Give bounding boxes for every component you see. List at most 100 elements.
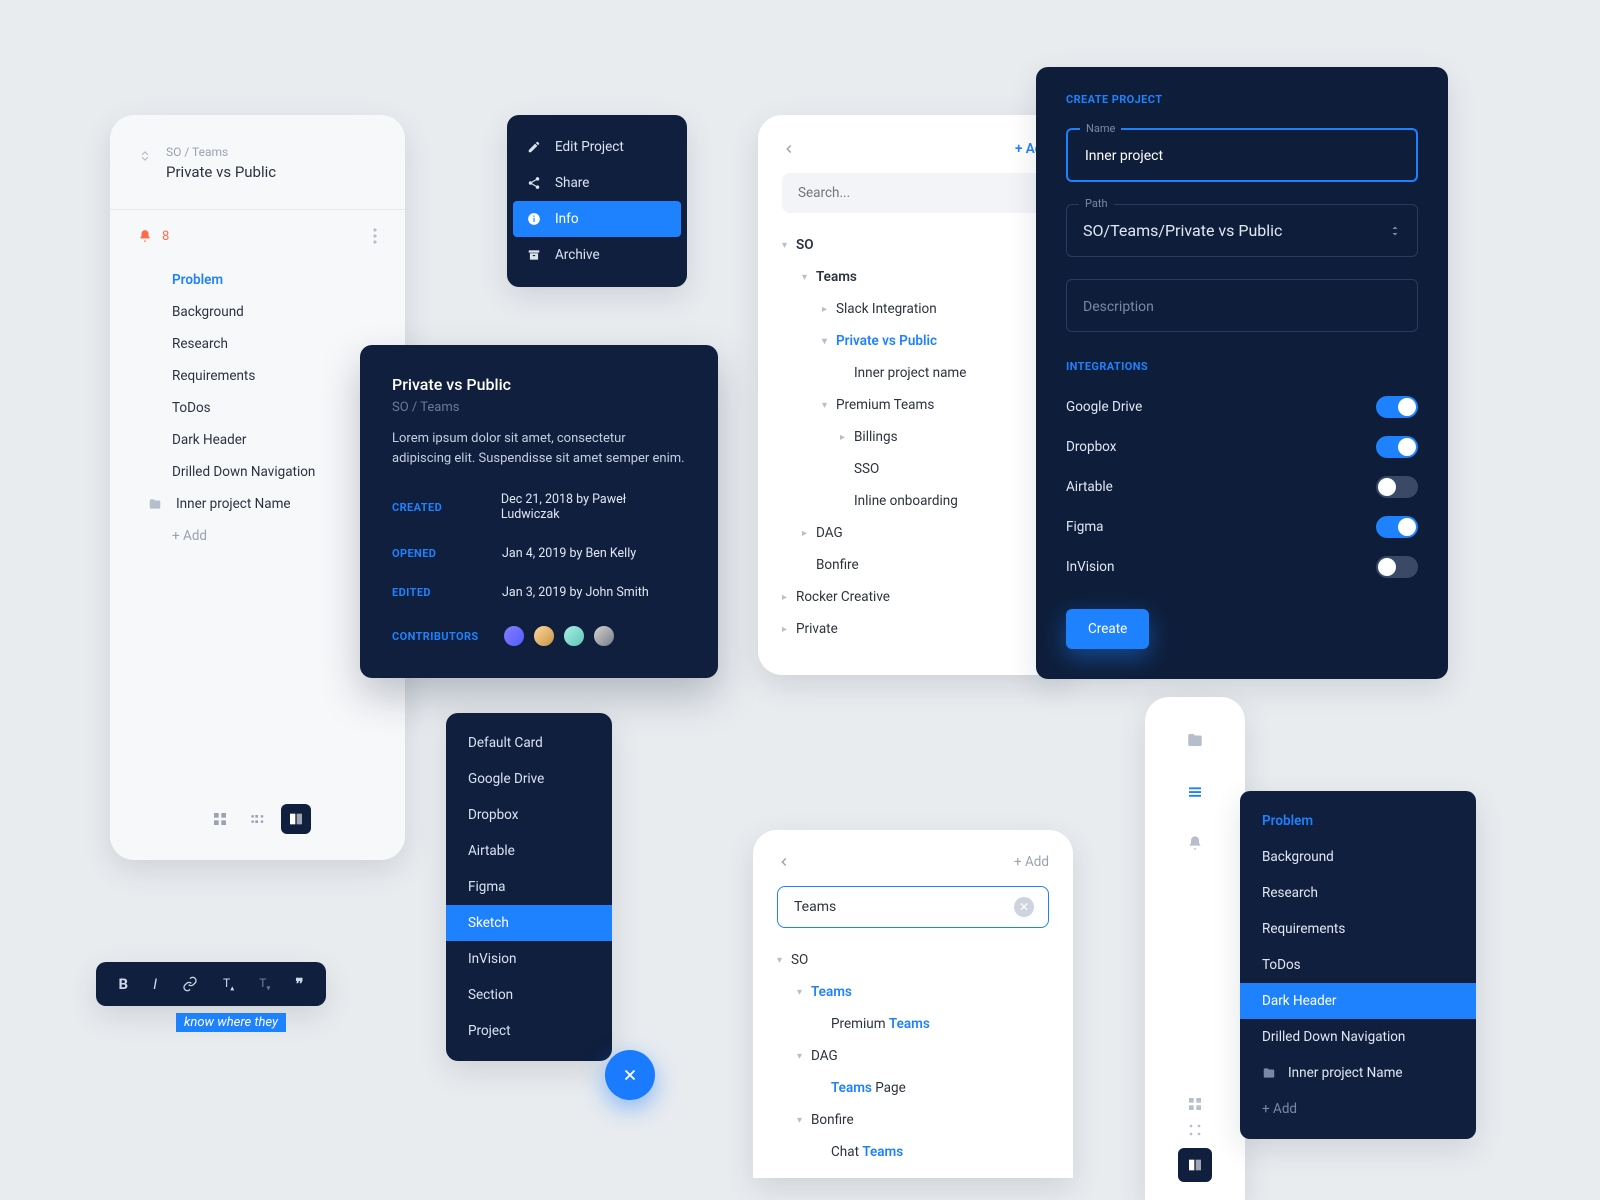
type-option[interactable]: Section	[446, 977, 612, 1013]
view-grid-icon[interactable]	[1187, 1096, 1203, 1112]
view-dots-icon[interactable]	[243, 804, 273, 834]
menu-edit[interactable]: Edit Project	[507, 129, 687, 165]
popup-item[interactable]: Background	[1240, 839, 1476, 875]
tree-item[interactable]: SSO	[782, 453, 1050, 485]
name-input[interactable]	[1083, 147, 1401, 165]
tree-item[interactable]: ▸Private	[782, 613, 1050, 645]
popup-item[interactable]: Problem	[1240, 803, 1476, 839]
popup-folder[interactable]: Inner project Name	[1240, 1055, 1476, 1091]
integration-name: Google Drive	[1066, 399, 1142, 415]
more-icon[interactable]	[373, 228, 377, 244]
create-project-panel: CREATE PROJECT Name Path SO/Teams/Privat…	[1036, 67, 1448, 679]
tree-item[interactable]: Bonfire	[782, 549, 1050, 581]
tree-item[interactable]: Teams Page	[777, 1072, 1049, 1104]
link-icon[interactable]	[182, 976, 198, 992]
info-title: Private vs Public	[392, 375, 686, 394]
text-size-down-icon[interactable]: T▾	[259, 976, 270, 992]
sidebar-item[interactable]: Background	[110, 296, 405, 328]
tree-item[interactable]: ▾Teams	[777, 976, 1049, 1008]
view-columns-icon[interactable]	[281, 804, 311, 834]
toggle[interactable]	[1376, 516, 1418, 538]
integration-row: InVision	[1066, 547, 1418, 587]
popup-item[interactable]: ToDos	[1240, 947, 1476, 983]
sort-icon[interactable]	[138, 149, 152, 163]
bold-icon[interactable]: B	[119, 975, 129, 993]
tree-item[interactable]: Chat Teams	[777, 1136, 1049, 1168]
avatar-list	[502, 624, 616, 648]
menu-share-label: Share	[555, 175, 589, 191]
folder-icon[interactable]	[1186, 731, 1204, 749]
menu-info[interactable]: Info	[513, 201, 681, 237]
search-input[interactable]	[782, 173, 1050, 213]
tree-item[interactable]: ▾Bonfire	[777, 1104, 1049, 1136]
popup-item[interactable]: Dark Header	[1240, 983, 1476, 1019]
toggle[interactable]	[1376, 396, 1418, 418]
type-option[interactable]: Dropbox	[446, 797, 612, 833]
type-option[interactable]: Default Card	[446, 725, 612, 761]
desc-field[interactable]: Description	[1066, 279, 1418, 332]
clear-icon[interactable]: ✕	[1014, 897, 1034, 917]
menu-edit-label: Edit Project	[555, 139, 624, 155]
tree-item[interactable]: ▾Premium Teams	[782, 389, 1050, 421]
tree-item[interactable]: Inline onboarding	[782, 485, 1050, 517]
menu-share[interactable]: Share	[507, 165, 687, 201]
popup-item[interactable]: Research	[1240, 875, 1476, 911]
popup-item[interactable]: Requirements	[1240, 911, 1476, 947]
tree-item[interactable]: ▾DAG	[777, 1040, 1049, 1072]
type-option[interactable]: InVision	[446, 941, 612, 977]
type-option[interactable]: Google Drive	[446, 761, 612, 797]
type-option[interactable]: Project	[446, 1013, 612, 1049]
integration-row: Google Drive	[1066, 387, 1418, 427]
tree-item[interactable]: ▾SO	[777, 944, 1049, 976]
toggle[interactable]	[1376, 556, 1418, 578]
tree-item[interactable]: ▸Rocker Creative	[782, 581, 1050, 613]
avatar[interactable]	[592, 624, 616, 648]
italic-icon[interactable]: I	[153, 975, 157, 993]
tree2-add-button[interactable]: + Add	[1014, 854, 1049, 870]
popup-add[interactable]: + Add	[1240, 1091, 1476, 1127]
view-columns-icon[interactable]	[1178, 1148, 1212, 1182]
tree-item[interactable]: Inner project name	[782, 357, 1050, 389]
integrations-title: INTEGRATIONS	[1066, 360, 1418, 373]
toggle[interactable]	[1376, 436, 1418, 458]
tree-item[interactable]: Premium Teams	[777, 1008, 1049, 1040]
sidebar-item[interactable]: Problem	[110, 264, 405, 296]
close-fab[interactable]	[605, 1050, 655, 1100]
search-active[interactable]: ✕	[777, 886, 1049, 928]
desc-placeholder: Description	[1083, 299, 1154, 315]
quote-icon[interactable]: ❞	[295, 975, 303, 993]
tree-panel: + Add ▾SO▾Teams▸Slack Integration▾Privat…	[758, 115, 1074, 675]
menu-icon[interactable]	[1186, 783, 1204, 801]
view-grid-icon[interactable]	[205, 804, 235, 834]
back-icon[interactable]	[777, 855, 791, 869]
avatar[interactable]	[532, 624, 556, 648]
toggle[interactable]	[1376, 476, 1418, 498]
type-option[interactable]: Sketch	[446, 905, 612, 941]
path-field[interactable]: Path SO/Teams/Private vs Public	[1066, 204, 1418, 257]
name-field[interactable]: Name	[1066, 128, 1418, 182]
avatar[interactable]	[502, 624, 526, 648]
menu-info-label: Info	[555, 211, 579, 227]
create-button[interactable]: Create	[1066, 609, 1149, 649]
bell-icon[interactable]	[1187, 835, 1203, 851]
tree-item[interactable]: ▾Teams	[782, 261, 1050, 293]
tree-item[interactable]: ▾Private vs Public	[782, 325, 1050, 357]
tree-item[interactable]: ▾SO	[782, 229, 1050, 261]
type-option[interactable]: Figma	[446, 869, 612, 905]
tree-item[interactable]: ▸Billings	[782, 421, 1050, 453]
type-option[interactable]: Airtable	[446, 833, 612, 869]
notifications-badge[interactable]: 8	[138, 229, 169, 244]
info-card: Private vs Public SO / Teams Lorem ipsum…	[360, 345, 718, 678]
chevron-updown-icon[interactable]	[1389, 223, 1401, 239]
back-icon[interactable]	[782, 142, 796, 156]
info-edited-label: EDITED	[392, 586, 502, 599]
search-input-active[interactable]	[792, 898, 1014, 916]
view-dots-icon[interactable]	[1187, 1122, 1203, 1138]
tree-item[interactable]: ▸DAG	[782, 517, 1050, 549]
tree2-list: ▾SO▾TeamsPremium Teams▾DAGTeams Page▾Bon…	[777, 944, 1049, 1168]
tree-item[interactable]: ▸Slack Integration	[782, 293, 1050, 325]
text-size-up-icon[interactable]: T▴	[223, 976, 234, 992]
popup-item[interactable]: Drilled Down Navigation	[1240, 1019, 1476, 1055]
avatar[interactable]	[562, 624, 586, 648]
menu-archive[interactable]: Archive	[507, 237, 687, 273]
